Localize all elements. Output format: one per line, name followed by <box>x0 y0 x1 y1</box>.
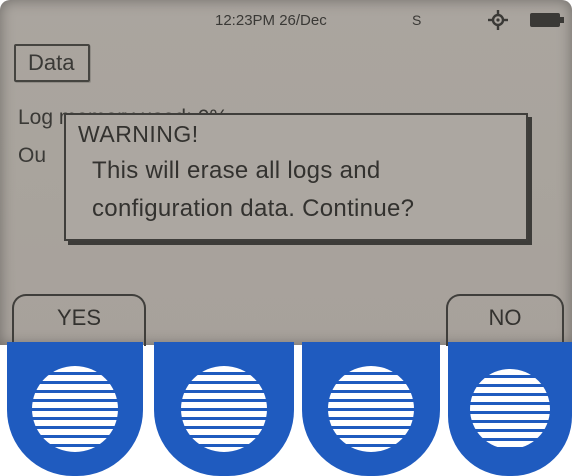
tab-data[interactable]: Data <box>14 44 90 82</box>
no-softkey-label[interactable]: NO <box>446 294 564 346</box>
dialog-message-line-1: This will erase all logs and <box>92 157 381 184</box>
gps-crosshair-icon <box>488 10 508 30</box>
yes-softkey-label[interactable]: YES <box>12 294 146 346</box>
lcd-screen: 12:23PM 26/Dec S Data Log memory used: 0… <box>0 0 572 346</box>
softkey-1-yes-button[interactable] <box>7 342 143 476</box>
warning-dialog: WARNING! This will erase all logs and co… <box>64 113 528 241</box>
speaker-grill-button-icon <box>328 366 414 452</box>
dialog-message-line-2: configuration data. Continue? <box>92 195 415 222</box>
dialog-title: WARNING! <box>78 121 199 147</box>
status-time-date: 12:23PM 26/Dec <box>215 12 327 29</box>
softkey-3-button[interactable] <box>302 342 440 476</box>
device-frame: 12:23PM 26/Dec S Data Log memory used: 0… <box>0 0 572 476</box>
softkey-2-button[interactable] <box>154 342 294 476</box>
speaker-grill-button-icon <box>32 366 118 452</box>
speaker-grill-button-icon <box>470 369 550 449</box>
status-indicator: S <box>412 12 422 28</box>
speaker-grill-button-icon <box>181 366 267 452</box>
background-text-line: Ou <box>18 144 47 167</box>
battery-icon <box>530 13 564 27</box>
softkey-4-no-button[interactable] <box>448 342 572 476</box>
